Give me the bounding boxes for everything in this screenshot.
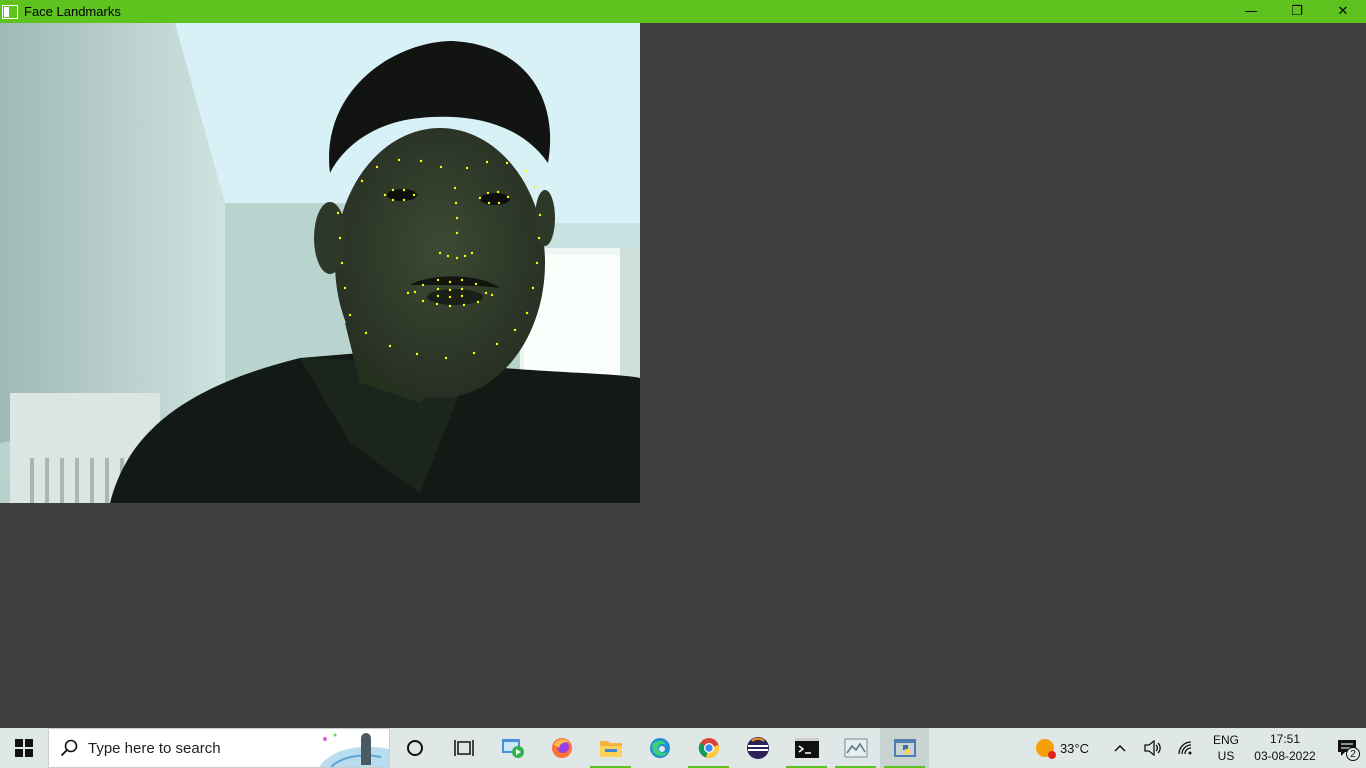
edge-icon[interactable] — [635, 728, 684, 768]
windows-logo-icon — [15, 739, 33, 757]
clock[interactable]: 17:51 03-08-2022 — [1250, 731, 1320, 765]
close-button[interactable]: ✕ — [1320, 0, 1366, 23]
input-language-indicator[interactable]: ENG US — [1208, 732, 1244, 764]
start-button[interactable] — [0, 728, 48, 768]
cortana-icon[interactable] — [390, 728, 439, 768]
restore-button[interactable]: ❐ — [1274, 0, 1320, 23]
keyboard-layout: US — [1217, 749, 1235, 763]
search-placeholder: Type here to search — [88, 739, 221, 757]
wifi-icon[interactable] — [1169, 728, 1202, 768]
taskbar: Type here to search 33°C ENG US 17:51 03… — [0, 728, 1366, 768]
app-window-icon — [2, 4, 18, 19]
weather-widget[interactable]: 33°C — [1035, 739, 1089, 759]
window-controls: — ❐ ✕ — [1228, 0, 1366, 23]
weather-sun-icon — [1035, 739, 1056, 759]
search-box[interactable]: Type here to search — [48, 728, 390, 768]
weather-temperature: 33°C — [1059, 740, 1089, 756]
eclipse-icon[interactable] — [733, 728, 782, 768]
task-view-icon[interactable] — [439, 728, 488, 768]
notification-count-badge: 2 — [1346, 747, 1360, 761]
search-highlight-icon — [319, 733, 389, 767]
firefox-icon[interactable] — [537, 728, 586, 768]
webcam-frame — [0, 23, 640, 503]
clock-date: 03-08-2022 — [1254, 749, 1316, 763]
chrome-icon[interactable] — [684, 728, 733, 768]
volume-icon[interactable] — [1136, 728, 1169, 768]
video-editor-icon[interactable] — [488, 728, 537, 768]
webcam-image — [0, 23, 640, 503]
title-bar: Face Landmarks — ❐ ✕ — [0, 0, 1366, 23]
system-tray: 33°C ENG US 17:51 03-08-2022 2 — [1035, 728, 1366, 768]
show-hidden-icons-chevron-icon[interactable] — [1103, 728, 1136, 768]
python-icon[interactable] — [880, 728, 929, 768]
photos-icon[interactable] — [831, 728, 880, 768]
notification-center-button[interactable]: 2 — [1328, 728, 1366, 768]
minimize-button[interactable]: — — [1228, 0, 1274, 23]
language-code: ENG — [1212, 733, 1239, 747]
window-title: Face Landmarks — [24, 4, 121, 19]
terminal-icon[interactable] — [782, 728, 831, 768]
search-icon — [59, 738, 79, 758]
clock-time: 17:51 — [1269, 732, 1301, 746]
file-explorer-icon[interactable] — [586, 728, 635, 768]
